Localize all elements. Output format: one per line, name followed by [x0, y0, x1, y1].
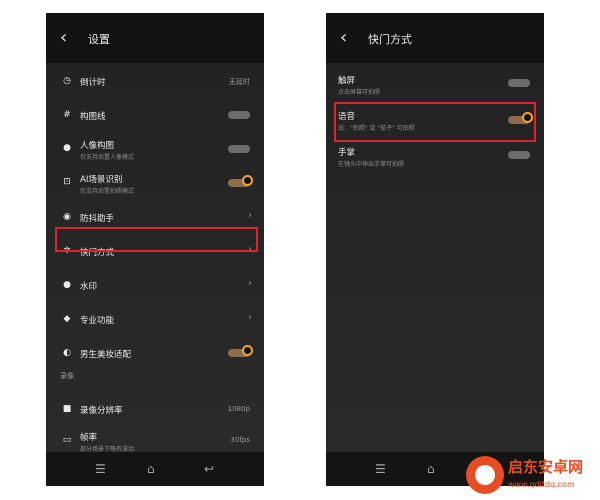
highlight-box: [55, 227, 258, 252]
settings-item-sub: 仅支持后置人像模式: [80, 154, 135, 161]
watermark-url: www.qdltdq.com: [508, 480, 575, 489]
grid-toggle[interactable]: [228, 111, 250, 119]
settings-item-label: 录像分辨率: [80, 406, 123, 416]
settings-item-label: 水印: [80, 282, 98, 292]
shutter-mode-screen: ‹ 快门方式 触屏 点击屏幕可拍照 语音 说："拍照" 或 "茄子" 可拍照 手…: [326, 13, 544, 486]
settings-screen: ‹ 设置 ◷ 倒计时 无延时 # 构图线 ● 人像构图 仅支持后置人像模式 ⊡ …: [46, 13, 264, 486]
diamond-icon: ◆: [63, 314, 71, 324]
settings-item-label: 构图线: [80, 112, 106, 122]
palm-toggle[interactable]: [508, 151, 530, 159]
navigation-bar: ☰ ⌂ ↩: [46, 452, 264, 486]
section-title-video: 录像: [60, 372, 74, 380]
watermark-logo-icon: [466, 456, 504, 494]
settings-item-fps[interactable]: ▭ 帧率 部分场景下略有波动 30fps: [46, 427, 264, 453]
shutter-item-touch[interactable]: 触屏 点击屏幕可拍照: [326, 71, 544, 97]
watermark-title: 启东安卓网: [508, 458, 584, 476]
ai-scene-toggle[interactable]: [228, 175, 253, 187]
portrait-toggle[interactable]: [228, 145, 250, 153]
settings-item-makeup[interactable]: ◐ 男生美妆适配: [46, 343, 264, 363]
menu-icon[interactable]: ☰: [375, 462, 386, 476]
chevron-right-icon: ›: [248, 278, 252, 289]
shutter-item-sub: 在镜头中伸出手掌可拍照: [338, 161, 405, 168]
home-icon[interactable]: ⌂: [427, 462, 435, 476]
chevron-right-icon: ›: [248, 210, 252, 221]
grid-icon: #: [63, 110, 71, 120]
settings-item-label: 专业功能: [80, 316, 115, 326]
page-title: 设置: [88, 33, 110, 46]
settings-item-sub: 仅支持后置拍照模式: [80, 188, 135, 195]
settings-header: ‹ 设置: [46, 13, 264, 63]
countdown-value: 无延时: [229, 78, 250, 86]
page-title: 快门方式: [368, 33, 412, 46]
shutter-item-sub: 点击屏幕可拍照: [338, 89, 381, 96]
shutter-header: ‹ 快门方式: [326, 13, 544, 63]
settings-item-ai-scene[interactable]: ⊡ AI场景识别 仅支持后置拍照模式: [46, 169, 264, 195]
settings-item-label: AI场景识别: [80, 175, 123, 185]
home-icon[interactable]: ⌂: [147, 462, 155, 476]
shutter-item-label: 触屏: [338, 76, 356, 86]
settings-item-label: 帧率: [80, 433, 98, 443]
settings-item-label: 男生美妆适配: [80, 350, 132, 360]
settings-item-portrait[interactable]: ● 人像构图 仅支持后置人像模式: [46, 135, 264, 161]
shutter-item-palm[interactable]: 手掌 在镜头中伸出手掌可拍照: [326, 143, 544, 169]
site-watermark: 启东安卓网 www.qdltdq.com: [466, 452, 600, 500]
menu-icon[interactable]: ☰: [95, 462, 106, 476]
fps-value: 30fps: [230, 436, 250, 444]
stabilizer-icon: ◉: [63, 212, 71, 222]
video-camera-icon: ■: [62, 404, 72, 414]
settings-item-stabilizer[interactable]: ◉ 防抖助手 ›: [46, 207, 264, 227]
settings-item-label: 人像构图: [80, 141, 115, 151]
makeup-icon: ◐: [63, 348, 71, 358]
ai-scan-icon: ⊡: [63, 177, 71, 187]
person-icon: ●: [63, 143, 71, 153]
fps-icon: ▭: [62, 435, 72, 445]
back-icon[interactable]: ‹: [60, 28, 67, 48]
chevron-right-icon: ›: [248, 312, 252, 323]
makeup-toggle[interactable]: [228, 345, 253, 357]
settings-item-countdown[interactable]: ◷ 倒计时 无延时: [46, 71, 264, 91]
touch-toggle[interactable]: [508, 79, 530, 87]
settings-item-pro[interactable]: ◆ 专业功能 ›: [46, 309, 264, 329]
highlight-box: [334, 102, 536, 142]
settings-item-label: 倒计时: [80, 78, 106, 88]
watermark-icon: ●: [63, 280, 71, 290]
settings-item-grid[interactable]: # 构图线: [46, 105, 264, 125]
back-icon[interactable]: ↩: [204, 462, 214, 476]
back-icon[interactable]: ‹: [340, 28, 347, 48]
settings-item-label: 防抖助手: [80, 214, 115, 224]
timer-icon: ◷: [63, 76, 71, 86]
settings-item-watermark[interactable]: ● 水印 ›: [46, 275, 264, 295]
shutter-item-label: 手掌: [338, 148, 356, 158]
settings-item-resolution[interactable]: ■ 录像分辨率 1080p: [46, 399, 264, 419]
resolution-value: 1080p: [227, 405, 250, 413]
